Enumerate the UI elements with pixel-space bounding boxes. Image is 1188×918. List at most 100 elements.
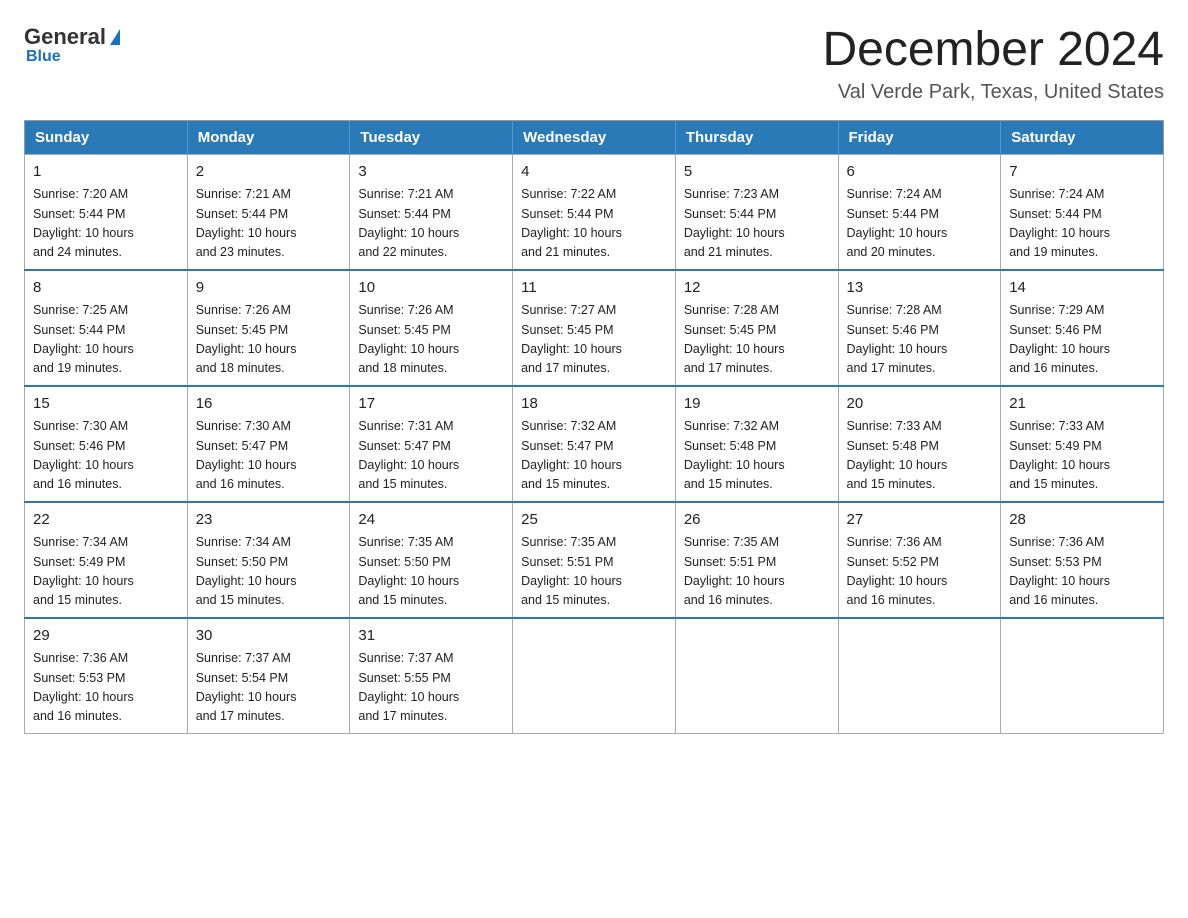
day-number: 3 <box>358 161 504 184</box>
calendar-cell <box>675 618 838 734</box>
calendar-cell: 14Sunrise: 7:29 AMSunset: 5:46 PMDayligh… <box>1001 270 1164 386</box>
day-info: Sunrise: 7:26 AMSunset: 5:45 PMDaylight:… <box>196 301 342 379</box>
day-number: 7 <box>1009 161 1155 184</box>
calendar-cell: 3Sunrise: 7:21 AMSunset: 5:44 PMDaylight… <box>350 154 513 270</box>
calendar-cell: 30Sunrise: 7:37 AMSunset: 5:54 PMDayligh… <box>187 618 350 734</box>
day-number: 13 <box>847 277 993 300</box>
day-info: Sunrise: 7:28 AMSunset: 5:46 PMDaylight:… <box>847 301 993 379</box>
weekday-header-row: SundayMondayTuesdayWednesdayThursdayFrid… <box>25 120 1164 154</box>
weekday-header-wednesday: Wednesday <box>513 120 676 154</box>
day-info: Sunrise: 7:32 AMSunset: 5:48 PMDaylight:… <box>684 417 830 495</box>
day-info: Sunrise: 7:24 AMSunset: 5:44 PMDaylight:… <box>847 185 993 263</box>
day-number: 22 <box>33 509 179 532</box>
calendar-cell <box>513 618 676 734</box>
calendar-cell: 31Sunrise: 7:37 AMSunset: 5:55 PMDayligh… <box>350 618 513 734</box>
day-info: Sunrise: 7:36 AMSunset: 5:52 PMDaylight:… <box>847 533 993 611</box>
day-number: 28 <box>1009 509 1155 532</box>
day-info: Sunrise: 7:37 AMSunset: 5:54 PMDaylight:… <box>196 649 342 727</box>
day-number: 19 <box>684 393 830 416</box>
day-info: Sunrise: 7:32 AMSunset: 5:47 PMDaylight:… <box>521 417 667 495</box>
day-info: Sunrise: 7:30 AMSunset: 5:46 PMDaylight:… <box>33 417 179 495</box>
day-info: Sunrise: 7:24 AMSunset: 5:44 PMDaylight:… <box>1009 185 1155 263</box>
logo: General Blue <box>24 24 120 66</box>
calendar-table: SundayMondayTuesdayWednesdayThursdayFrid… <box>24 120 1164 734</box>
day-number: 11 <box>521 277 667 300</box>
calendar-cell: 2Sunrise: 7:21 AMSunset: 5:44 PMDaylight… <box>187 154 350 270</box>
day-number: 4 <box>521 161 667 184</box>
calendar-cell: 20Sunrise: 7:33 AMSunset: 5:48 PMDayligh… <box>838 386 1001 502</box>
calendar-week-row: 8Sunrise: 7:25 AMSunset: 5:44 PMDaylight… <box>25 270 1164 386</box>
calendar-cell: 6Sunrise: 7:24 AMSunset: 5:44 PMDaylight… <box>838 154 1001 270</box>
day-info: Sunrise: 7:36 AMSunset: 5:53 PMDaylight:… <box>1009 533 1155 611</box>
calendar-cell: 18Sunrise: 7:32 AMSunset: 5:47 PMDayligh… <box>513 386 676 502</box>
day-info: Sunrise: 7:30 AMSunset: 5:47 PMDaylight:… <box>196 417 342 495</box>
calendar-cell: 8Sunrise: 7:25 AMSunset: 5:44 PMDaylight… <box>25 270 188 386</box>
day-number: 30 <box>196 625 342 648</box>
day-info: Sunrise: 7:34 AMSunset: 5:49 PMDaylight:… <box>33 533 179 611</box>
calendar-header: SundayMondayTuesdayWednesdayThursdayFrid… <box>25 120 1164 154</box>
logo-blue-text: Blue <box>26 48 61 66</box>
day-number: 25 <box>521 509 667 532</box>
day-number: 9 <box>196 277 342 300</box>
day-info: Sunrise: 7:26 AMSunset: 5:45 PMDaylight:… <box>358 301 504 379</box>
day-number: 8 <box>33 277 179 300</box>
day-info: Sunrise: 7:22 AMSunset: 5:44 PMDaylight:… <box>521 185 667 263</box>
day-number: 31 <box>358 625 504 648</box>
weekday-header-monday: Monday <box>187 120 350 154</box>
day-number: 16 <box>196 393 342 416</box>
calendar-cell: 13Sunrise: 7:28 AMSunset: 5:46 PMDayligh… <box>838 270 1001 386</box>
calendar-cell: 19Sunrise: 7:32 AMSunset: 5:48 PMDayligh… <box>675 386 838 502</box>
calendar-week-row: 1Sunrise: 7:20 AMSunset: 5:44 PMDaylight… <box>25 154 1164 270</box>
calendar-cell: 4Sunrise: 7:22 AMSunset: 5:44 PMDaylight… <box>513 154 676 270</box>
day-info: Sunrise: 7:34 AMSunset: 5:50 PMDaylight:… <box>196 533 342 611</box>
day-number: 12 <box>684 277 830 300</box>
calendar-cell: 27Sunrise: 7:36 AMSunset: 5:52 PMDayligh… <box>838 502 1001 618</box>
logo-general-text: General <box>24 24 106 50</box>
day-info: Sunrise: 7:21 AMSunset: 5:44 PMDaylight:… <box>196 185 342 263</box>
calendar-cell: 15Sunrise: 7:30 AMSunset: 5:46 PMDayligh… <box>25 386 188 502</box>
calendar-cell: 17Sunrise: 7:31 AMSunset: 5:47 PMDayligh… <box>350 386 513 502</box>
calendar-cell: 11Sunrise: 7:27 AMSunset: 5:45 PMDayligh… <box>513 270 676 386</box>
day-number: 21 <box>1009 393 1155 416</box>
calendar-cell: 16Sunrise: 7:30 AMSunset: 5:47 PMDayligh… <box>187 386 350 502</box>
day-info: Sunrise: 7:37 AMSunset: 5:55 PMDaylight:… <box>358 649 504 727</box>
day-number: 2 <box>196 161 342 184</box>
day-number: 14 <box>1009 277 1155 300</box>
calendar-cell: 1Sunrise: 7:20 AMSunset: 5:44 PMDaylight… <box>25 154 188 270</box>
day-info: Sunrise: 7:28 AMSunset: 5:45 PMDaylight:… <box>684 301 830 379</box>
month-title: December 2024 <box>822 24 1164 77</box>
day-number: 10 <box>358 277 504 300</box>
weekday-header-saturday: Saturday <box>1001 120 1164 154</box>
calendar-cell <box>838 618 1001 734</box>
weekday-header-friday: Friday <box>838 120 1001 154</box>
page-header: General Blue December 2024 Val Verde Par… <box>24 24 1164 104</box>
day-info: Sunrise: 7:23 AMSunset: 5:44 PMDaylight:… <box>684 185 830 263</box>
day-info: Sunrise: 7:35 AMSunset: 5:51 PMDaylight:… <box>684 533 830 611</box>
calendar-cell: 9Sunrise: 7:26 AMSunset: 5:45 PMDaylight… <box>187 270 350 386</box>
calendar-cell: 26Sunrise: 7:35 AMSunset: 5:51 PMDayligh… <box>675 502 838 618</box>
logo-text: General <box>24 24 120 50</box>
day-number: 27 <box>847 509 993 532</box>
day-info: Sunrise: 7:20 AMSunset: 5:44 PMDaylight:… <box>33 185 179 263</box>
weekday-header-sunday: Sunday <box>25 120 188 154</box>
day-number: 5 <box>684 161 830 184</box>
day-info: Sunrise: 7:35 AMSunset: 5:50 PMDaylight:… <box>358 533 504 611</box>
day-info: Sunrise: 7:25 AMSunset: 5:44 PMDaylight:… <box>33 301 179 379</box>
location-title: Val Verde Park, Texas, United States <box>822 81 1164 104</box>
day-info: Sunrise: 7:21 AMSunset: 5:44 PMDaylight:… <box>358 185 504 263</box>
day-number: 29 <box>33 625 179 648</box>
day-number: 6 <box>847 161 993 184</box>
calendar-cell: 22Sunrise: 7:34 AMSunset: 5:49 PMDayligh… <box>25 502 188 618</box>
day-number: 26 <box>684 509 830 532</box>
day-number: 23 <box>196 509 342 532</box>
weekday-header-tuesday: Tuesday <box>350 120 513 154</box>
calendar-cell: 10Sunrise: 7:26 AMSunset: 5:45 PMDayligh… <box>350 270 513 386</box>
day-info: Sunrise: 7:27 AMSunset: 5:45 PMDaylight:… <box>521 301 667 379</box>
day-info: Sunrise: 7:31 AMSunset: 5:47 PMDaylight:… <box>358 417 504 495</box>
title-block: December 2024 Val Verde Park, Texas, Uni… <box>822 24 1164 104</box>
day-number: 17 <box>358 393 504 416</box>
calendar-cell: 23Sunrise: 7:34 AMSunset: 5:50 PMDayligh… <box>187 502 350 618</box>
weekday-header-thursday: Thursday <box>675 120 838 154</box>
day-info: Sunrise: 7:33 AMSunset: 5:48 PMDaylight:… <box>847 417 993 495</box>
day-number: 24 <box>358 509 504 532</box>
